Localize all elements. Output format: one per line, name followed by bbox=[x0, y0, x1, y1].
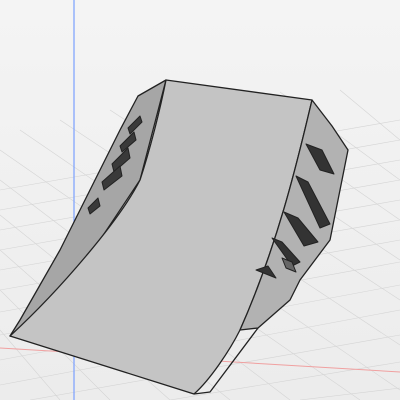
3d-viewport[interactable] bbox=[0, 0, 400, 400]
ramp-model[interactable] bbox=[9, 79, 349, 395]
3d-scene[interactable] bbox=[0, 0, 400, 400]
ramp-top-surface bbox=[9, 79, 313, 395]
